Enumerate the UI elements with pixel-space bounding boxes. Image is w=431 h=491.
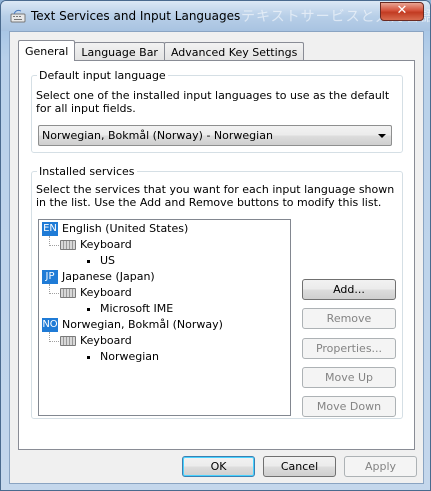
move-down-button[interactable]: Move Down [302, 396, 396, 417]
keyboard-icon [60, 240, 76, 250]
close-icon: ✕ [396, 3, 408, 18]
tree-connector [49, 341, 59, 342]
tab-language-bar[interactable]: Language Bar [74, 42, 165, 61]
tab-strip: General Language Bar Advanced Key Settin… [18, 40, 305, 61]
tree-language-japanese[interactable]: Japanese (Japan) [62, 269, 155, 285]
tree-group-keyboard[interactable]: Keyboard [80, 285, 132, 301]
chevron-down-icon [378, 134, 386, 138]
add-button[interactable]: Add... [302, 279, 396, 300]
cancel-button[interactable]: Cancel [263, 456, 336, 477]
properties-button[interactable]: Properties... [302, 338, 396, 359]
bullet-icon [87, 356, 90, 359]
ok-button[interactable]: OK [182, 456, 255, 477]
tree-connector [49, 293, 59, 294]
services-tree[interactable]: EN English (United States) Keyboard US J… [38, 219, 291, 416]
title-bar[interactable]: テキストサービスと入力言語の一覧 Text Services and Input… [1, 1, 430, 31]
installed-services-description: Select the services that you want for ea… [36, 183, 395, 209]
general-tab-panel: Default input language Select one of the… [18, 60, 415, 450]
close-button[interactable]: ✕ [380, 2, 424, 21]
tree-layout-microsoft-ime[interactable]: Microsoft IME [100, 301, 173, 317]
keyboard-icon [60, 288, 76, 298]
dialog-window: テキストサービスと入力言語の一覧 Text Services and Input… [0, 0, 431, 491]
remove-button[interactable]: Remove [302, 308, 396, 329]
bullet-icon [87, 260, 90, 263]
apply-button[interactable]: Apply [344, 456, 417, 477]
default-language-selected: Norwegian, Bokmål (Norway) - Norwegian [42, 129, 273, 142]
dialog-client-area: General Language Bar Advanced Key Settin… [9, 31, 424, 484]
keyboard-icon [60, 336, 76, 346]
bullet-icon [87, 308, 90, 311]
default-language-legend: Default input language [39, 69, 166, 82]
installed-services-legend: Installed services [39, 165, 135, 178]
keyboard-app-icon [10, 9, 26, 23]
window-title: Text Services and Input Languages [31, 9, 241, 23]
tree-connector [49, 245, 59, 246]
language-badge: EN [42, 222, 58, 236]
tree-group-keyboard[interactable]: Keyboard [80, 237, 132, 253]
language-badge: NO [42, 318, 58, 332]
default-language-description: Select one of the installed input langua… [36, 89, 390, 115]
tree-language-norwegian[interactable]: Norwegian, Bokmål (Norway) [62, 317, 223, 333]
tab-advanced-key-settings[interactable]: Advanced Key Settings [163, 42, 305, 61]
language-badge: JP [42, 270, 58, 284]
tree-layout-norwegian[interactable]: Norwegian [100, 349, 159, 365]
tree-group-keyboard[interactable]: Keyboard [80, 333, 132, 349]
default-language-dropdown[interactable]: Norwegian, Bokmål (Norway) - Norwegian [38, 125, 392, 146]
tree-language-english[interactable]: English (United States) [62, 221, 188, 237]
tab-general[interactable]: General [18, 40, 76, 61]
tree-layout-us[interactable]: US [100, 253, 115, 269]
move-up-button[interactable]: Move Up [302, 367, 396, 388]
